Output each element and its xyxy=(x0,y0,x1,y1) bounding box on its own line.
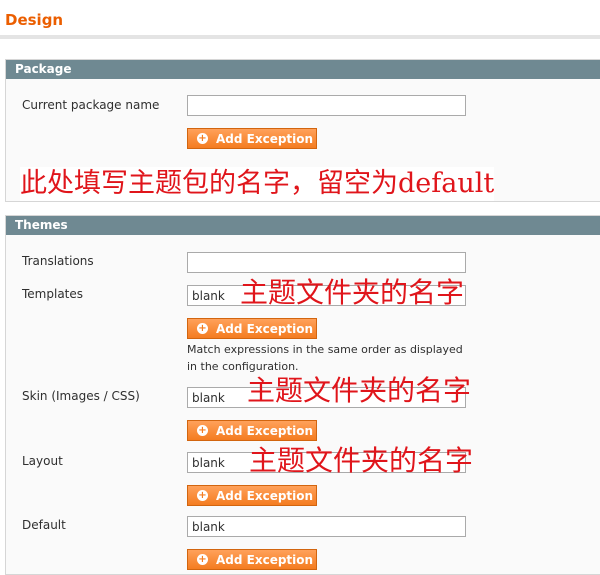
plus-circle-icon: + xyxy=(197,425,208,436)
add-exception-label: Add Exception xyxy=(216,321,314,336)
current-package-label: Current package name xyxy=(22,98,160,112)
add-exception-label: Add Exception xyxy=(216,423,314,438)
title-divider xyxy=(0,35,600,39)
add-exception-label: Add Exception xyxy=(216,488,314,503)
package-add-exception-button[interactable]: + Add Exception xyxy=(187,128,317,149)
add-exception-label: Add Exception xyxy=(216,131,314,146)
plus-circle-icon: + xyxy=(197,133,208,144)
skin-annotation: 主题文件夹的名字 xyxy=(247,374,472,407)
package-section-header[interactable]: Package xyxy=(6,60,600,79)
default-label: Default xyxy=(22,518,66,532)
templates-label: Templates xyxy=(22,287,84,301)
layout-annotation: 主题文件夹的名字 xyxy=(249,444,474,477)
current-package-input[interactable] xyxy=(187,95,466,116)
package-annotation: 此处填写主题包的名字，留空为default xyxy=(20,167,495,201)
skin-label: Skin (Images / CSS) xyxy=(22,389,140,403)
templates-add-exception-button[interactable]: + Add Exception xyxy=(187,318,317,339)
translations-label: Translations xyxy=(22,254,94,268)
templates-hint: Match expressions in the same order as d… xyxy=(187,343,463,373)
templates-annotation: 主题文件夹的名字 xyxy=(240,276,465,309)
themes-section-header[interactable]: Themes xyxy=(6,216,600,235)
plus-circle-icon: + xyxy=(197,323,208,334)
translations-input[interactable] xyxy=(187,252,466,273)
plus-circle-icon: + xyxy=(197,490,208,501)
layout-add-exception-button[interactable]: + Add Exception xyxy=(187,485,317,506)
skin-add-exception-button[interactable]: + Add Exception xyxy=(187,420,317,441)
page-title: Design xyxy=(5,11,64,29)
default-input[interactable] xyxy=(187,516,466,537)
layout-label: Layout xyxy=(22,454,63,468)
